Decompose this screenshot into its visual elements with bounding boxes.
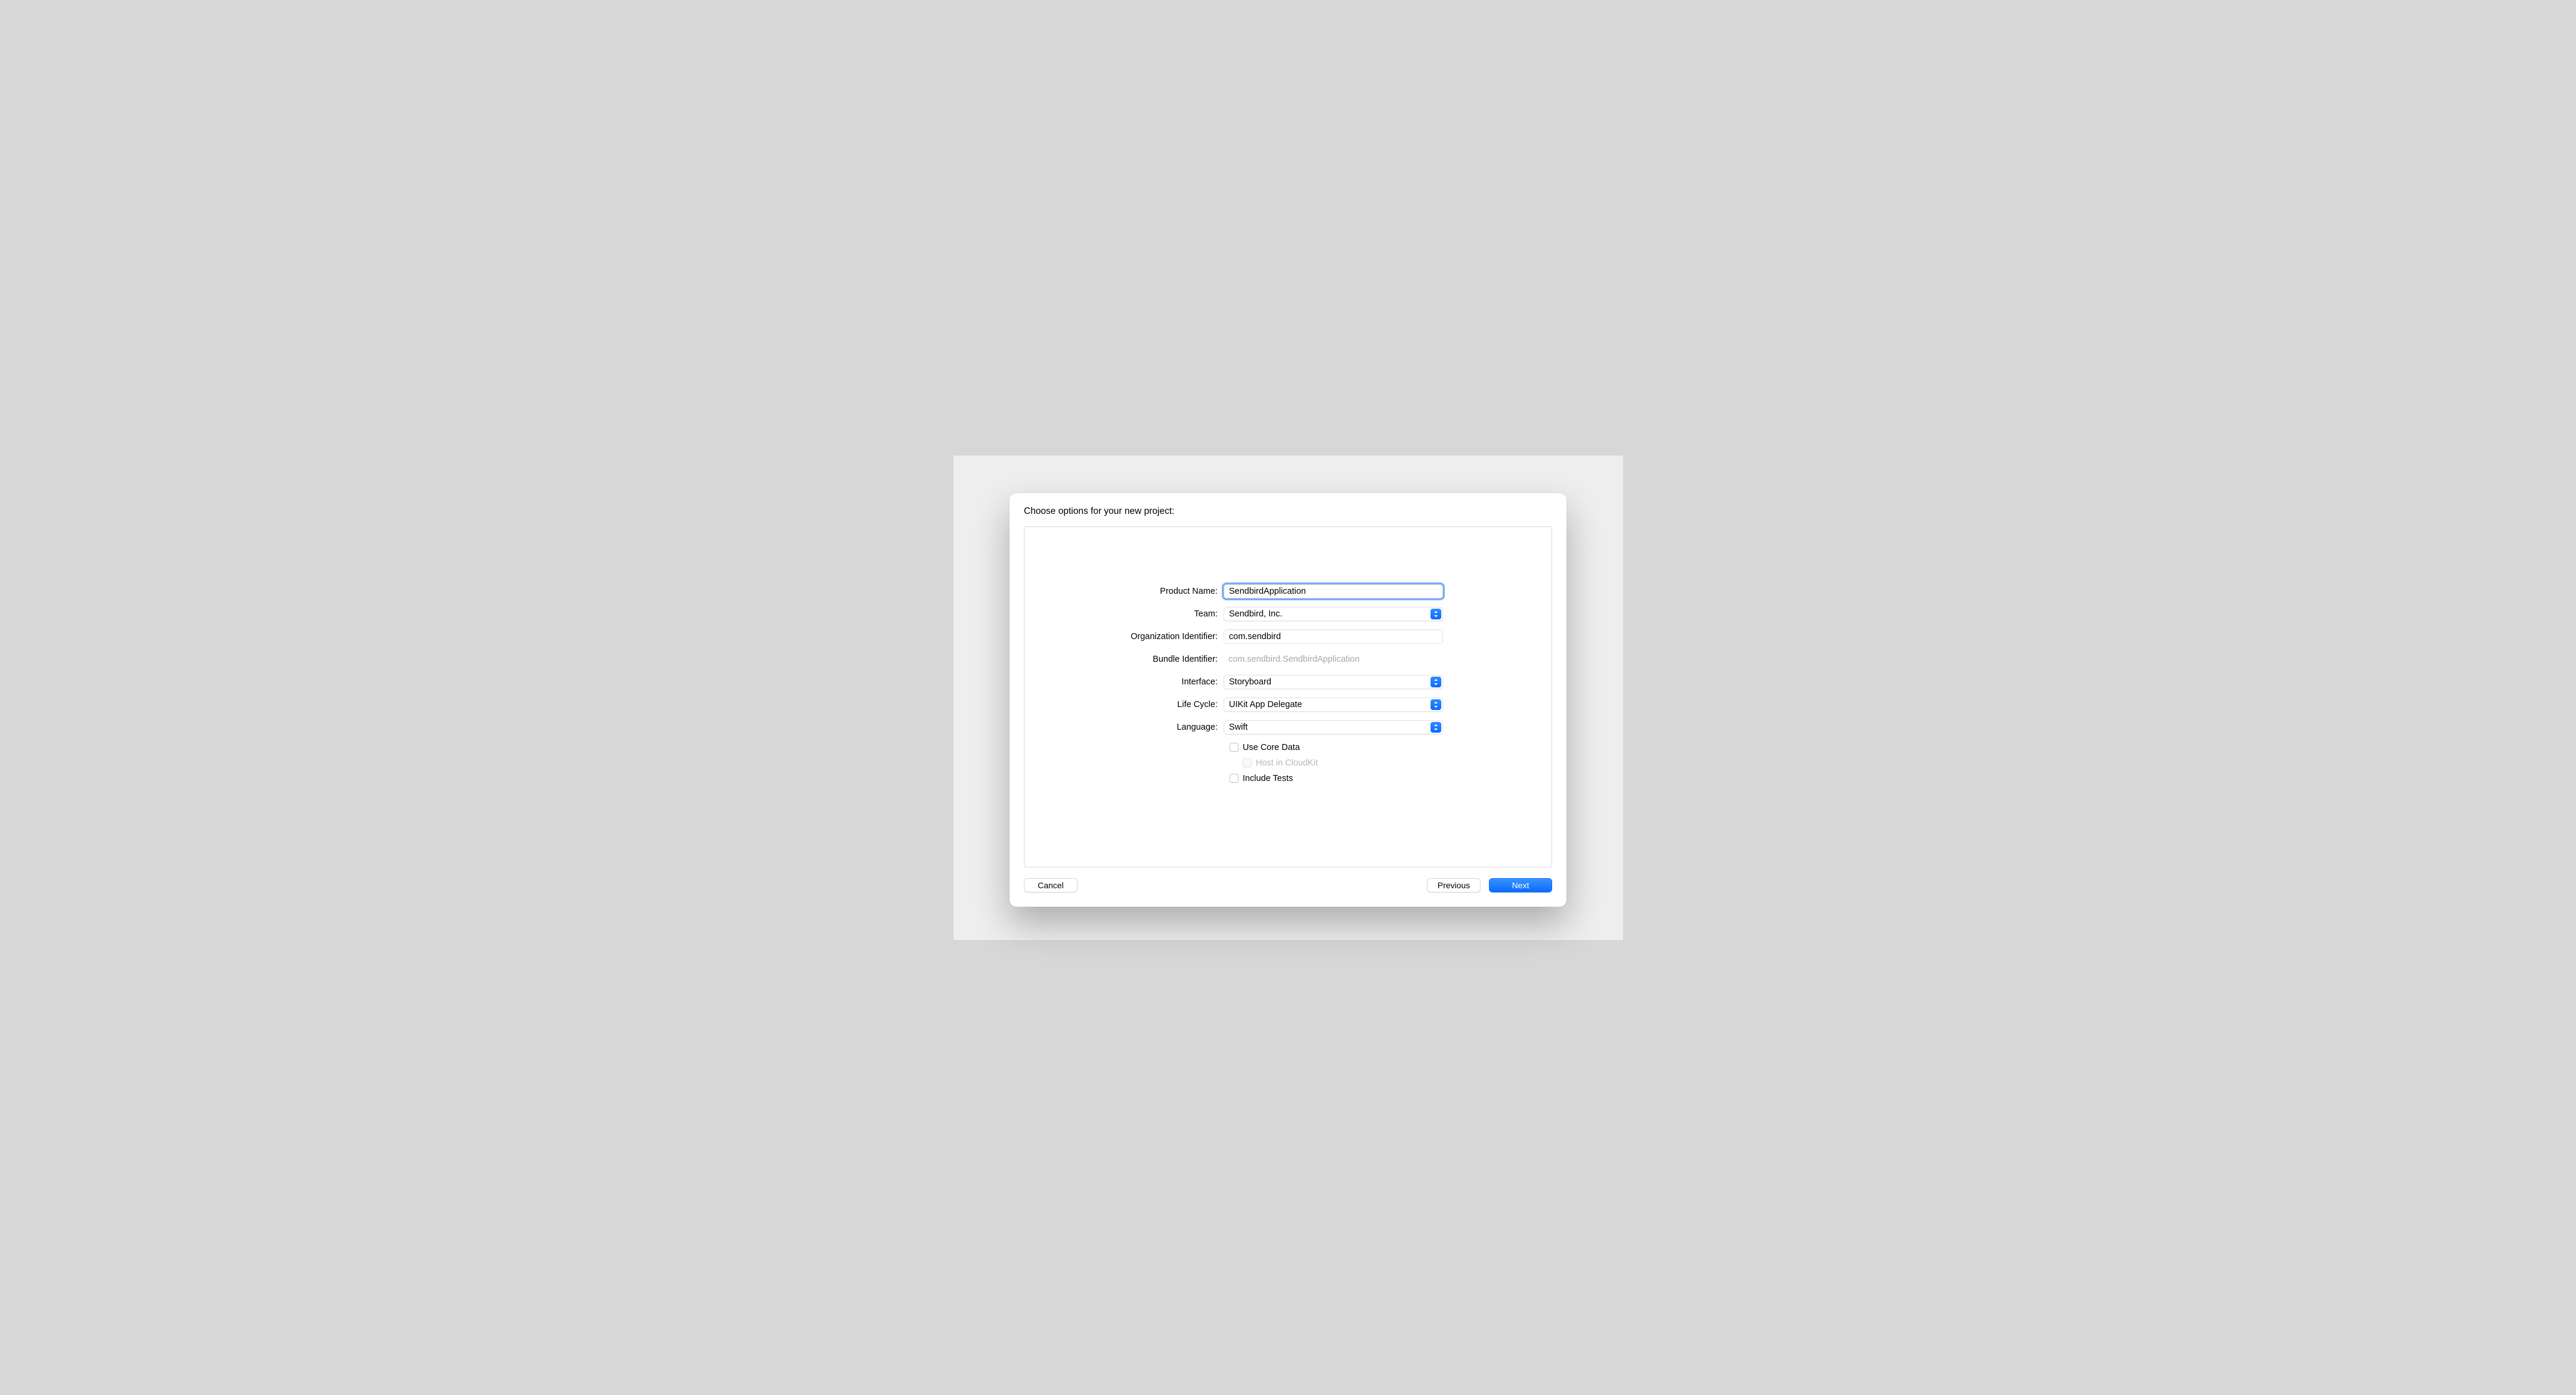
row-interface: Interface: Storyboard <box>1024 675 1552 689</box>
button-bar: Cancel Previous Next <box>1024 878 1552 892</box>
use-core-data-label: Use Core Data <box>1243 743 1300 752</box>
life-cycle-label: Life Cycle: <box>1024 700 1224 709</box>
host-in-cloudkit-checkbox <box>1243 758 1252 767</box>
row-bundle-identifier: Bundle Identifier: com.sendbird.Sendbird… <box>1024 652 1552 666</box>
include-tests-label: Include Tests <box>1243 774 1293 783</box>
language-label: Language: <box>1024 723 1224 732</box>
language-popup-value: Swift <box>1229 723 1247 732</box>
use-core-data-checkbox[interactable] <box>1230 743 1239 752</box>
bundle-identifier-label: Bundle Identifier: <box>1024 655 1224 664</box>
bundle-identifier-value: com.sendbird.SendbirdApplication <box>1224 652 1443 666</box>
interface-popup-value: Storyboard <box>1229 677 1271 687</box>
use-core-data-row: Use Core Data <box>1230 742 1552 754</box>
new-project-options-sheet: Choose options for your new project: Pro… <box>1010 493 1566 907</box>
interface-label: Interface: <box>1024 677 1224 687</box>
host-in-cloudkit-row: Host in CloudKit <box>1230 757 1552 769</box>
row-organization-identifier: Organization Identifier: <box>1024 630 1552 644</box>
product-name-input[interactable] <box>1224 584 1443 599</box>
row-product-name: Product Name: <box>1024 584 1552 599</box>
include-tests-checkbox[interactable] <box>1230 774 1239 783</box>
row-language: Language: Swift <box>1024 720 1552 734</box>
organization-identifier-input[interactable] <box>1224 630 1443 644</box>
up-down-chevron-icon <box>1431 722 1441 733</box>
organization-identifier-label: Organization Identifier: <box>1024 632 1224 641</box>
language-popup[interactable]: Swift <box>1224 720 1443 734</box>
cancel-button[interactable]: Cancel <box>1024 878 1078 892</box>
up-down-chevron-icon <box>1431 609 1441 619</box>
next-button[interactable]: Next <box>1489 878 1552 892</box>
up-down-chevron-icon <box>1431 699 1441 710</box>
team-label: Team: <box>1024 609 1224 619</box>
interface-popup[interactable]: Storyboard <box>1224 675 1443 689</box>
host-in-cloudkit-label: Host in CloudKit <box>1256 758 1318 768</box>
row-team: Team: Sendbird, Inc. <box>1024 607 1552 621</box>
life-cycle-popup[interactable]: UIKit App Delegate <box>1224 698 1443 712</box>
form-container: Product Name: Team: Sendbird, Inc. <box>1024 526 1552 867</box>
team-popup[interactable]: Sendbird, Inc. <box>1224 607 1443 621</box>
dialog-title: Choose options for your new project: <box>1024 506 1552 517</box>
include-tests-row: Include Tests <box>1230 773 1552 785</box>
life-cycle-popup-value: UIKit App Delegate <box>1229 700 1302 709</box>
checkbox-group: Use Core Data Host in CloudKit Include T… <box>1024 742 1552 785</box>
row-life-cycle: Life Cycle: UIKit App Delegate <box>1024 698 1552 712</box>
up-down-chevron-icon <box>1431 677 1441 687</box>
product-name-label: Product Name: <box>1024 587 1224 596</box>
team-popup-value: Sendbird, Inc. <box>1229 609 1282 619</box>
previous-button[interactable]: Previous <box>1427 878 1481 892</box>
